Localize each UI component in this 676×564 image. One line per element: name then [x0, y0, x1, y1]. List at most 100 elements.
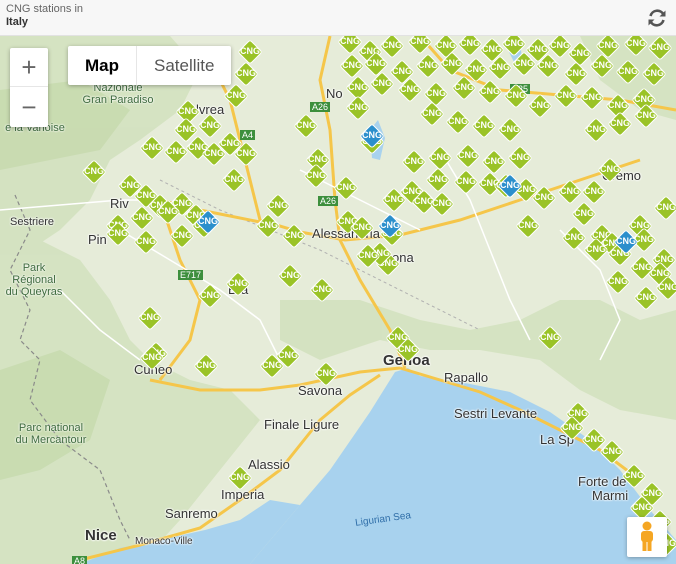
- cng-station-marker[interactable]: CNG: [395, 337, 421, 363]
- street-view-pegman-icon[interactable]: [627, 517, 667, 557]
- cng-station-marker[interactable]: CNG: [515, 213, 541, 239]
- cng-station-marker[interactable]: CNG: [477, 79, 503, 105]
- cng-station-marker[interactable]: CNG: [415, 53, 441, 79]
- zoom-in-button[interactable]: +: [10, 48, 48, 87]
- cng-station-marker[interactable]: CNG: [221, 167, 247, 193]
- cng-station-marker[interactable]: CNG: [309, 277, 335, 303]
- city-label-finale: Finale Ligure: [264, 417, 340, 432]
- cng-station-marker[interactable]: CNG: [227, 465, 253, 491]
- cng-station-marker[interactable]: CNG: [137, 305, 163, 331]
- cng-station-marker[interactable]: CNG: [223, 83, 249, 109]
- marker-label: CNG: [196, 360, 216, 370]
- cng-station-marker[interactable]: CNG: [553, 83, 579, 109]
- cng-station-marker[interactable]: CNG: [607, 111, 633, 137]
- cng-station-marker[interactable]: CNG: [497, 117, 523, 143]
- cng-station-marker[interactable]: CNG: [451, 75, 477, 101]
- cng-station-marker[interactable]: CNG: [633, 103, 659, 129]
- cng-station-marker[interactable]: CNG: [255, 213, 281, 239]
- cng-station-marker[interactable]: CNG: [605, 269, 631, 295]
- cng-station-marker[interactable]: CNG: [139, 135, 165, 161]
- marker-label: CNG: [410, 36, 430, 46]
- map-canvas[interactable]: Nazionale Gran Paradiso e la Vanoise Par…: [0, 36, 676, 564]
- cng-station-marker[interactable]: CNG: [503, 83, 529, 109]
- map-type-map-button[interactable]: Map: [68, 46, 137, 85]
- cng-station-marker[interactable]: CNG: [419, 101, 445, 127]
- cng-station-marker[interactable]: CNG: [579, 85, 605, 111]
- marker-label: CNG: [426, 88, 446, 98]
- cng-station-marker[interactable]: CNG: [303, 163, 329, 189]
- cng-station-marker[interactable]: CNG: [535, 53, 561, 79]
- cng-station-marker[interactable]: CNG: [583, 237, 609, 263]
- cng-station-marker[interactable]: CNG: [429, 191, 455, 217]
- cng-station-marker[interactable]: CNG: [455, 143, 481, 169]
- cng-station-marker[interactable]: CNG: [641, 61, 667, 87]
- marker-label: CNG: [574, 208, 594, 218]
- cng-station-marker[interactable]: CNG: [589, 53, 615, 79]
- cng-station-marker[interactable]: CNG: [193, 353, 219, 379]
- cng-station-marker[interactable]: CNG: [615, 59, 641, 85]
- cng-station-marker[interactable]: CNG: [453, 169, 479, 195]
- cng-station-marker[interactable]: CNG: [583, 117, 609, 143]
- cng-station-marker[interactable]: CNG: [445, 109, 471, 135]
- marker-label: CNG: [380, 220, 400, 230]
- cng-station-marker[interactable]: CNG: [195, 209, 221, 235]
- marker-label: CNG: [644, 68, 664, 78]
- cng-station-marker[interactable]: CNG: [281, 223, 307, 249]
- park-label-mercantour: Parc national du Mercantour: [15, 422, 87, 446]
- cng-station-marker[interactable]: CNG: [381, 187, 407, 213]
- cng-station-marker[interactable]: CNG: [277, 263, 303, 289]
- marker-label: CNG: [454, 82, 474, 92]
- road-shield-e717: E717: [178, 270, 204, 280]
- cng-station-marker[interactable]: CNG: [653, 195, 676, 221]
- marker-label: CNG: [228, 278, 248, 288]
- marker-label: CNG: [348, 82, 368, 92]
- cng-station-marker[interactable]: CNG: [655, 275, 676, 301]
- marker-label: CNG: [366, 58, 386, 68]
- cng-station-marker[interactable]: CNG: [349, 215, 375, 241]
- cng-station-marker[interactable]: CNG: [401, 149, 427, 175]
- cng-station-marker[interactable]: CNG: [225, 271, 251, 297]
- cng-station-marker[interactable]: CNG: [623, 36, 649, 57]
- cng-station-marker[interactable]: CNG: [139, 345, 165, 371]
- cng-station-marker[interactable]: CNG: [155, 199, 181, 225]
- cng-station-marker[interactable]: CNG: [355, 243, 381, 269]
- cng-station-marker[interactable]: CNG: [397, 77, 423, 103]
- cng-station-marker[interactable]: CNG: [599, 439, 625, 465]
- cng-station-marker[interactable]: CNG: [369, 71, 395, 97]
- cng-station-marker[interactable]: CNG: [133, 229, 159, 255]
- cng-station-marker[interactable]: CNG: [377, 213, 403, 239]
- marker-label: CNG: [224, 174, 244, 184]
- cng-station-marker[interactable]: CNG: [169, 223, 195, 249]
- marker-label: CNG: [348, 102, 368, 112]
- cng-station-marker[interactable]: CNG: [197, 283, 223, 309]
- cng-station-marker[interactable]: CNG: [313, 361, 339, 387]
- refresh-icon[interactable]: [644, 5, 670, 31]
- cng-station-marker[interactable]: CNG: [359, 123, 385, 149]
- cng-station-marker[interactable]: CNG: [233, 141, 259, 167]
- map-type-satellite-button[interactable]: Satellite: [137, 46, 231, 85]
- cng-station-marker[interactable]: CNG: [511, 51, 537, 77]
- cng-station-marker[interactable]: CNG: [527, 93, 553, 119]
- marker-label: CNG: [342, 60, 362, 70]
- cng-station-marker[interactable]: CNG: [471, 113, 497, 139]
- cng-station-marker[interactable]: CNG: [439, 51, 465, 77]
- marker-label: CNG: [336, 182, 356, 192]
- cng-station-marker[interactable]: CNG: [345, 95, 371, 121]
- marker-label: CNG: [284, 230, 304, 240]
- cng-station-marker[interactable]: CNG: [129, 205, 155, 231]
- cng-station-marker[interactable]: CNG: [507, 145, 533, 171]
- cng-station-marker[interactable]: CNG: [275, 343, 301, 369]
- cng-station-marker[interactable]: CNG: [333, 175, 359, 201]
- marker-label: CNG: [132, 212, 152, 222]
- cng-station-marker[interactable]: CNG: [597, 157, 623, 183]
- cng-station-marker[interactable]: CNG: [647, 36, 673, 61]
- cng-station-marker[interactable]: CNG: [105, 221, 131, 247]
- cng-station-marker[interactable]: CNG: [537, 325, 563, 351]
- cng-station-marker[interactable]: CNG: [81, 159, 107, 185]
- cng-station-marker[interactable]: CNG: [613, 229, 639, 255]
- cng-station-marker[interactable]: CNG: [497, 173, 523, 199]
- cng-station-marker[interactable]: CNG: [293, 113, 319, 139]
- zoom-out-button[interactable]: −: [10, 88, 48, 127]
- marker-label: CNG: [500, 180, 520, 190]
- cng-station-marker[interactable]: CNG: [487, 55, 513, 81]
